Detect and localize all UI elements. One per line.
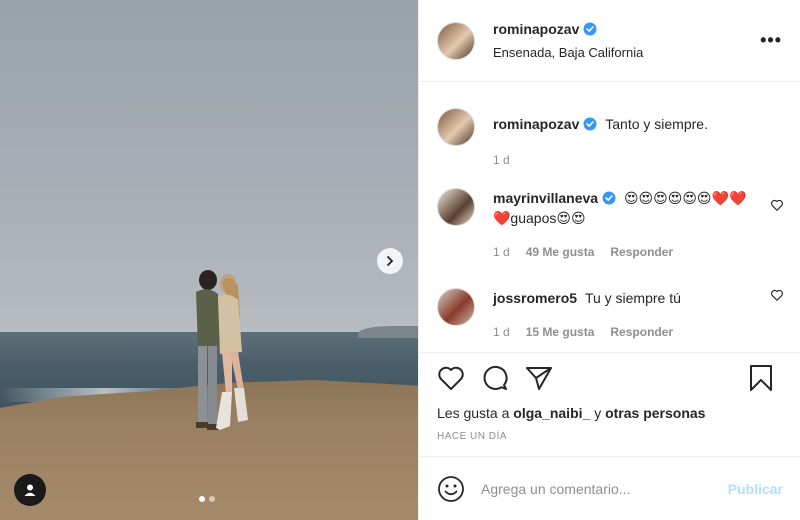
more-options-button[interactable]: •••	[760, 30, 782, 51]
post-timestamp[interactable]: HACE UN DÍA	[437, 431, 783, 442]
author-username[interactable]: rominapozav	[493, 21, 579, 37]
save-button[interactable]	[749, 364, 773, 392]
emoji-button[interactable]	[437, 475, 465, 503]
comment-likes[interactable]: 15 Me gusta	[526, 322, 595, 342]
caption-author[interactable]: rominapozav	[493, 116, 579, 132]
comment-item: jossromero5 Tu y siempre tú 1 d 15 Me gu…	[437, 286, 784, 342]
verified-badge-icon	[583, 22, 597, 36]
post-location[interactable]: Ensenada, Baja California	[493, 45, 643, 60]
post-header: rominapozav Ensenada, Baja California ••…	[419, 0, 800, 82]
send-icon	[526, 367, 552, 390]
comment-likes[interactable]: 49 Me gusta	[526, 242, 595, 262]
comments-list: rominapozav Tanto y siempre. 1 d mayrinv…	[419, 82, 800, 350]
caption-text: Tanto y siempre.	[605, 116, 708, 132]
post-photo[interactable]	[0, 0, 418, 520]
reply-button[interactable]: Responder	[610, 322, 673, 342]
reply-button[interactable]: Responder	[610, 242, 673, 262]
heart-icon	[438, 366, 464, 390]
likes-prefix: Les gusta a	[437, 405, 510, 421]
commenter-avatar[interactable]	[437, 188, 475, 226]
comment-input[interactable]	[481, 480, 728, 497]
verified-badge-icon	[602, 191, 616, 205]
comment-button[interactable]	[481, 364, 509, 392]
couple-figure	[196, 270, 248, 430]
likes-summary: Les gusta a olga_naibi_ y otras personas	[437, 405, 783, 421]
comment-like-heart-icon[interactable]	[770, 288, 784, 302]
carousel-indicator	[199, 496, 215, 502]
headland	[358, 326, 418, 338]
like-button[interactable]	[437, 365, 465, 391]
commenter-username[interactable]: jossromero5	[493, 290, 577, 306]
emoji-icon	[438, 475, 464, 502]
more-horizontal-icon: •••	[760, 30, 782, 50]
caption-avatar[interactable]	[437, 108, 475, 146]
bookmark-icon	[750, 365, 772, 391]
carousel-dot	[199, 496, 205, 502]
publish-button[interactable]: Publicar	[728, 481, 783, 497]
add-comment-bar: Publicar	[419, 456, 800, 520]
carousel-dot	[209, 496, 215, 502]
comment-time[interactable]: 1 d	[493, 242, 510, 262]
commenter-username[interactable]: mayrinvillaneva	[493, 190, 598, 206]
post-details-panel: rominapozav Ensenada, Baja California ••…	[418, 0, 800, 520]
tagged-users-button[interactable]	[14, 474, 46, 506]
carousel-next-button[interactable]	[377, 248, 403, 274]
comment-text: Tu y siempre tú	[584, 290, 681, 306]
post-actions: Les gusta a olga_naibi_ y otras personas…	[419, 352, 800, 442]
likes-joiner: y	[594, 405, 602, 421]
verified-badge-icon	[583, 117, 597, 131]
comment-item: mayrinvillaneva 😍😍😍😍😍😍❤️❤️❤️guapos😍😍 1 d…	[437, 186, 784, 262]
user-icon	[24, 484, 36, 496]
liker-username[interactable]: olga_naibi_	[513, 405, 590, 421]
share-button[interactable]	[525, 365, 553, 391]
comment-time[interactable]: 1 d	[493, 322, 510, 342]
caption: rominapozav Tanto y siempre. 1 d	[437, 106, 784, 170]
likes-others-link[interactable]: otras personas	[605, 405, 705, 421]
comment-icon	[483, 365, 508, 390]
commenter-avatar[interactable]	[437, 288, 475, 326]
chevron-right-icon	[387, 256, 394, 266]
author-avatar[interactable]	[437, 21, 475, 60]
caption-time[interactable]: 1 d	[493, 150, 510, 170]
comment-like-heart-icon[interactable]	[770, 198, 784, 212]
